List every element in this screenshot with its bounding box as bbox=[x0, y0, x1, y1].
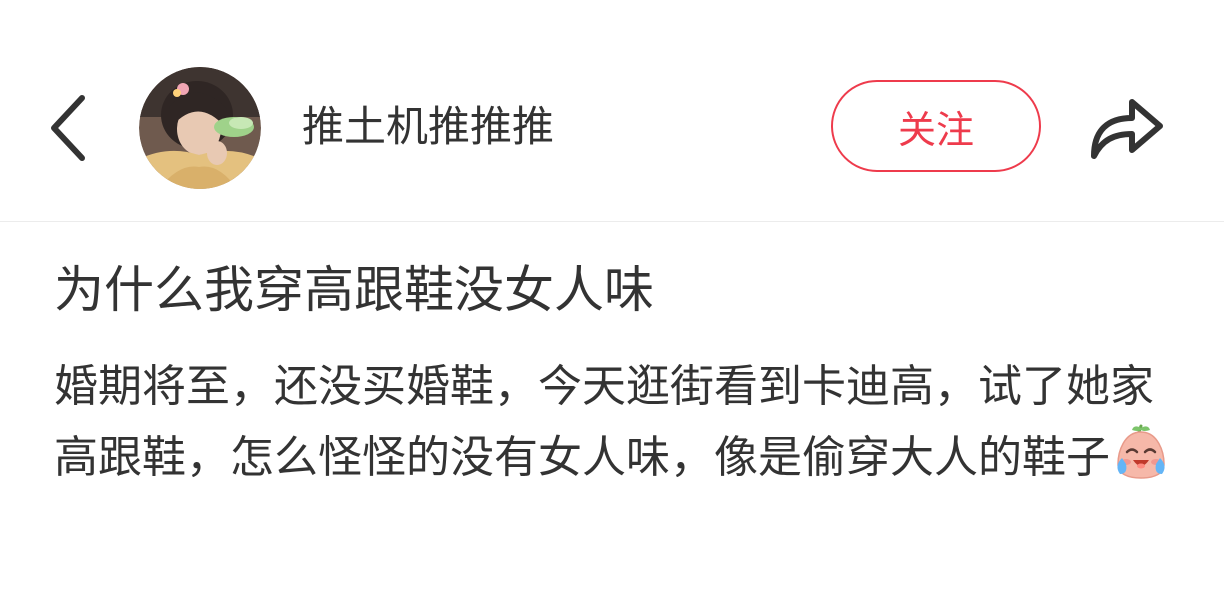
post-title: 为什么我穿高跟鞋没女人味 bbox=[54, 261, 654, 319]
crying-laughing-emoji-icon bbox=[1112, 422, 1170, 480]
chevron-left-icon bbox=[51, 95, 85, 161]
top-bar: 推土机推推推 关注 bbox=[0, 0, 1224, 222]
back-button[interactable] bbox=[40, 90, 96, 166]
avatar[interactable] bbox=[139, 67, 261, 189]
post-body: 婚期将至，还没买婚鞋，今天逛街看到卡迪高，试了她家高跟鞋，怎么怪怪的没有女人味，… bbox=[54, 351, 1179, 493]
post-body-text: 婚期将至，还没买婚鞋，今天逛街看到卡迪高，试了她家高跟鞋，怎么怪怪的没有女人味，… bbox=[54, 361, 1154, 483]
username[interactable]: 推土机推推推 bbox=[302, 97, 554, 157]
follow-button[interactable]: 关注 bbox=[831, 80, 1041, 172]
share-arrow-icon bbox=[1091, 99, 1163, 159]
user-avatar-image bbox=[139, 67, 261, 189]
share-button[interactable] bbox=[1084, 88, 1168, 164]
